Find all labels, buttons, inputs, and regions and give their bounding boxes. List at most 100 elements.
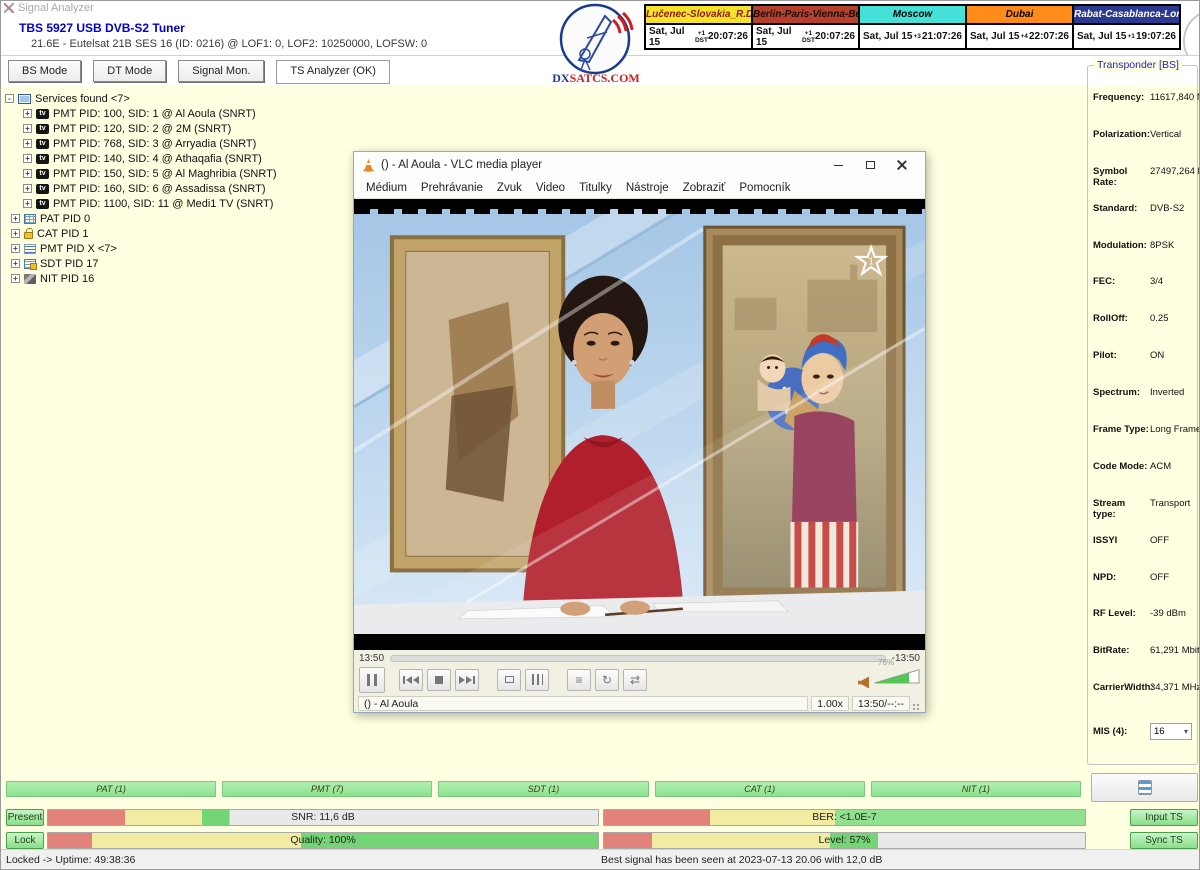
- table-edit-icon: [24, 259, 36, 269]
- tree-node-pmt-x[interactable]: + PMT PID X <7>: [5, 241, 277, 256]
- clock-lucenec: Lučenec-Slovakia_R.Dávid Sat, Jul 15+1DS…: [644, 4, 753, 50]
- menu-view[interactable]: Zobraziť: [677, 181, 732, 195]
- tree-service-assadissa[interactable]: +tvPMT PID: 160, SID: 6 @ Assadissa (SNR…: [5, 181, 277, 196]
- window-title: Signal Analyzer: [18, 2, 94, 14]
- tree-root-services[interactable]: - Services found <7>: [5, 91, 277, 106]
- resize-grip[interactable]: [913, 704, 921, 712]
- service-label: PMT PID: 140, SID: 4 @ Athaqafia (SNRT): [53, 153, 262, 165]
- input-ts-indicator: Input TS: [1130, 809, 1198, 826]
- vlc-statusbar: () - Al Aoula 1.00x 13:50/--:--: [354, 693, 925, 714]
- speaker-icon[interactable]: [858, 677, 869, 689]
- service-label: PMT PID: 1100, SID: 11 @ Medi1 TV (SNRT): [53, 198, 273, 210]
- minimize-button[interactable]: [823, 155, 853, 175]
- disk-icon: [1138, 780, 1152, 795]
- service-label: PMT PID: 100, SID: 1 @ Al Aoula (SNRT): [53, 108, 256, 120]
- expand-icon[interactable]: +: [11, 274, 20, 283]
- tree-service-2m[interactable]: +tvPMT PID: 120, SID: 2 @ 2M (SNRT): [5, 121, 277, 136]
- tp-row-symbol-rate: Symbol Rate:27497,264 KS/s: [1093, 166, 1192, 203]
- menu-audio[interactable]: Zvuk: [491, 181, 528, 195]
- close-button[interactable]: [887, 155, 917, 175]
- expand-icon[interactable]: +: [23, 109, 32, 118]
- expand-icon[interactable]: +: [23, 169, 32, 178]
- expand-icon[interactable]: +: [23, 124, 32, 133]
- clock-city-label: Berlin-Paris-Vienna-Belgrade: [753, 6, 858, 25]
- mis-dropdown[interactable]: 16 ▾: [1150, 723, 1192, 740]
- tab-dt-mode[interactable]: DT Mode: [93, 60, 166, 82]
- playback-speed[interactable]: 1.00x: [811, 696, 849, 711]
- vlc-titlebar[interactable]: () - Al Aoula - VLC media player: [354, 152, 925, 178]
- pat-table-bar: PAT (1): [6, 781, 216, 797]
- menu-video[interactable]: Video: [530, 181, 571, 195]
- tp-row-stream-type: Stream type:Transport: [1093, 498, 1192, 535]
- letterbox-bottom: [354, 634, 925, 650]
- extended-settings-button[interactable]: [525, 669, 549, 691]
- fullscreen-icon: [505, 676, 514, 683]
- seek-slider[interactable]: [390, 655, 886, 662]
- vlc-seek-row: 13:50 -13:50: [354, 650, 925, 666]
- playlist-button[interactable]: ≡: [567, 669, 591, 691]
- tree-node-nit[interactable]: + NIT PID 16: [5, 271, 277, 286]
- loop-button[interactable]: ↻: [595, 669, 619, 691]
- tab-ts-analyzer[interactable]: TS Analyzer (OK): [276, 60, 390, 84]
- tp-row-fec: FEC:3/4: [1093, 276, 1192, 313]
- video-display[interactable]: 1: [354, 199, 925, 650]
- menu-tools[interactable]: Nástroje: [620, 181, 675, 195]
- node-label: NIT PID 16: [40, 273, 94, 285]
- tree-node-cat[interactable]: +CAT PID 1: [5, 226, 277, 241]
- menu-help[interactable]: Pomocník: [733, 181, 796, 195]
- tab-signal-mon[interactable]: Signal Mon.: [178, 60, 264, 82]
- expand-icon[interactable]: +: [11, 259, 20, 268]
- svg-text:DXSATCS.COM: DXSATCS.COM: [552, 71, 639, 85]
- app-statusbar: Locked -> Uptime: 49:38:36 Best signal h…: [1, 849, 1200, 870]
- tree-node-pat[interactable]: + PAT PID 0: [5, 211, 277, 226]
- collapse-icon[interactable]: -: [5, 94, 14, 103]
- expand-icon[interactable]: +: [23, 199, 32, 208]
- tp-row-issyi: ISSYIOFF: [1093, 535, 1192, 572]
- expand-icon[interactable]: +: [23, 154, 32, 163]
- clock-date: Sat, Jul 15: [756, 26, 802, 48]
- maximize-button[interactable]: [855, 155, 885, 175]
- tv-icon: tv: [36, 184, 49, 194]
- tree-service-athaqafia[interactable]: + tv PMT PID: 140, SID: 4 @ Athaqafia (SNR…: [5, 151, 277, 166]
- tree-service-medi1[interactable]: + tv PMT PID: 1100, SID: 11 @ Medi1 TV (SN…: [5, 196, 277, 211]
- tv-icon: tv: [36, 199, 49, 209]
- clock-date: Sat, Jul 15: [649, 26, 695, 48]
- svg-text:1: 1: [868, 256, 874, 267]
- expand-icon[interactable]: +: [23, 184, 32, 193]
- stop-button[interactable]: [427, 669, 451, 691]
- expand-icon[interactable]: +: [11, 244, 20, 253]
- volume-slider[interactable]: [874, 669, 920, 684]
- tab-bs-mode[interactable]: BS Mode: [8, 60, 81, 82]
- tv-icon: tv: [36, 154, 49, 164]
- next-button[interactable]: [455, 669, 479, 691]
- menu-subtitles[interactable]: Titulky: [573, 181, 618, 195]
- node-label: SDT PID 17: [40, 258, 99, 270]
- time-elapsed: 13:50: [359, 653, 384, 664]
- expand-icon[interactable]: +: [11, 229, 20, 238]
- logo-text-dx: DX: [552, 71, 570, 85]
- menu-playback[interactable]: Prehrávanie: [415, 181, 489, 195]
- node-label: PAT PID 0: [40, 213, 90, 225]
- tree-service-arryadia[interactable]: +tvPMT PID: 768, SID: 3 @ Arryadia (SNRT…: [5, 136, 277, 151]
- equalizer-icon: [532, 674, 543, 685]
- fullscreen-button[interactable]: [497, 669, 521, 691]
- tree-node-sdt[interactable]: + SDT PID 17: [5, 256, 277, 271]
- previous-button[interactable]: [399, 669, 423, 691]
- pmt-table-bar: PMT (7): [222, 781, 432, 797]
- signal-row-1: Present SNR: 11,6 dB BER: <1.0E-7 Input …: [1, 809, 1200, 826]
- record-stream-button[interactable]: [1091, 773, 1198, 802]
- tuner-name: TBS 5927 USB DVB-S2 Tuner: [19, 21, 185, 35]
- sync-ts-indicator: Sync TS: [1130, 832, 1198, 849]
- time-display[interactable]: 13:50/--:--: [852, 696, 910, 711]
- expand-icon[interactable]: +: [23, 139, 32, 148]
- tree-service-al-maghribia[interactable]: +tvPMT PID: 150, SID: 5 @ Al Maghribia (…: [5, 166, 277, 181]
- menu-medium[interactable]: Médium: [360, 181, 413, 195]
- shuffle-button[interactable]: ⇄: [623, 669, 647, 691]
- node-label: PMT PID X <7>: [40, 243, 117, 255]
- vlc-menubar: Médium Prehrávanie Zvuk Video Titulky Ná…: [354, 178, 925, 199]
- tree-service-al-aoula[interactable]: +tvPMT PID: 100, SID: 1 @ Al Aoula (SNRT…: [5, 106, 277, 121]
- next-icon: [459, 676, 465, 684]
- clock-time: 20:07:26: [815, 31, 855, 42]
- pause-button[interactable]: [359, 667, 385, 693]
- expand-icon[interactable]: +: [11, 214, 20, 223]
